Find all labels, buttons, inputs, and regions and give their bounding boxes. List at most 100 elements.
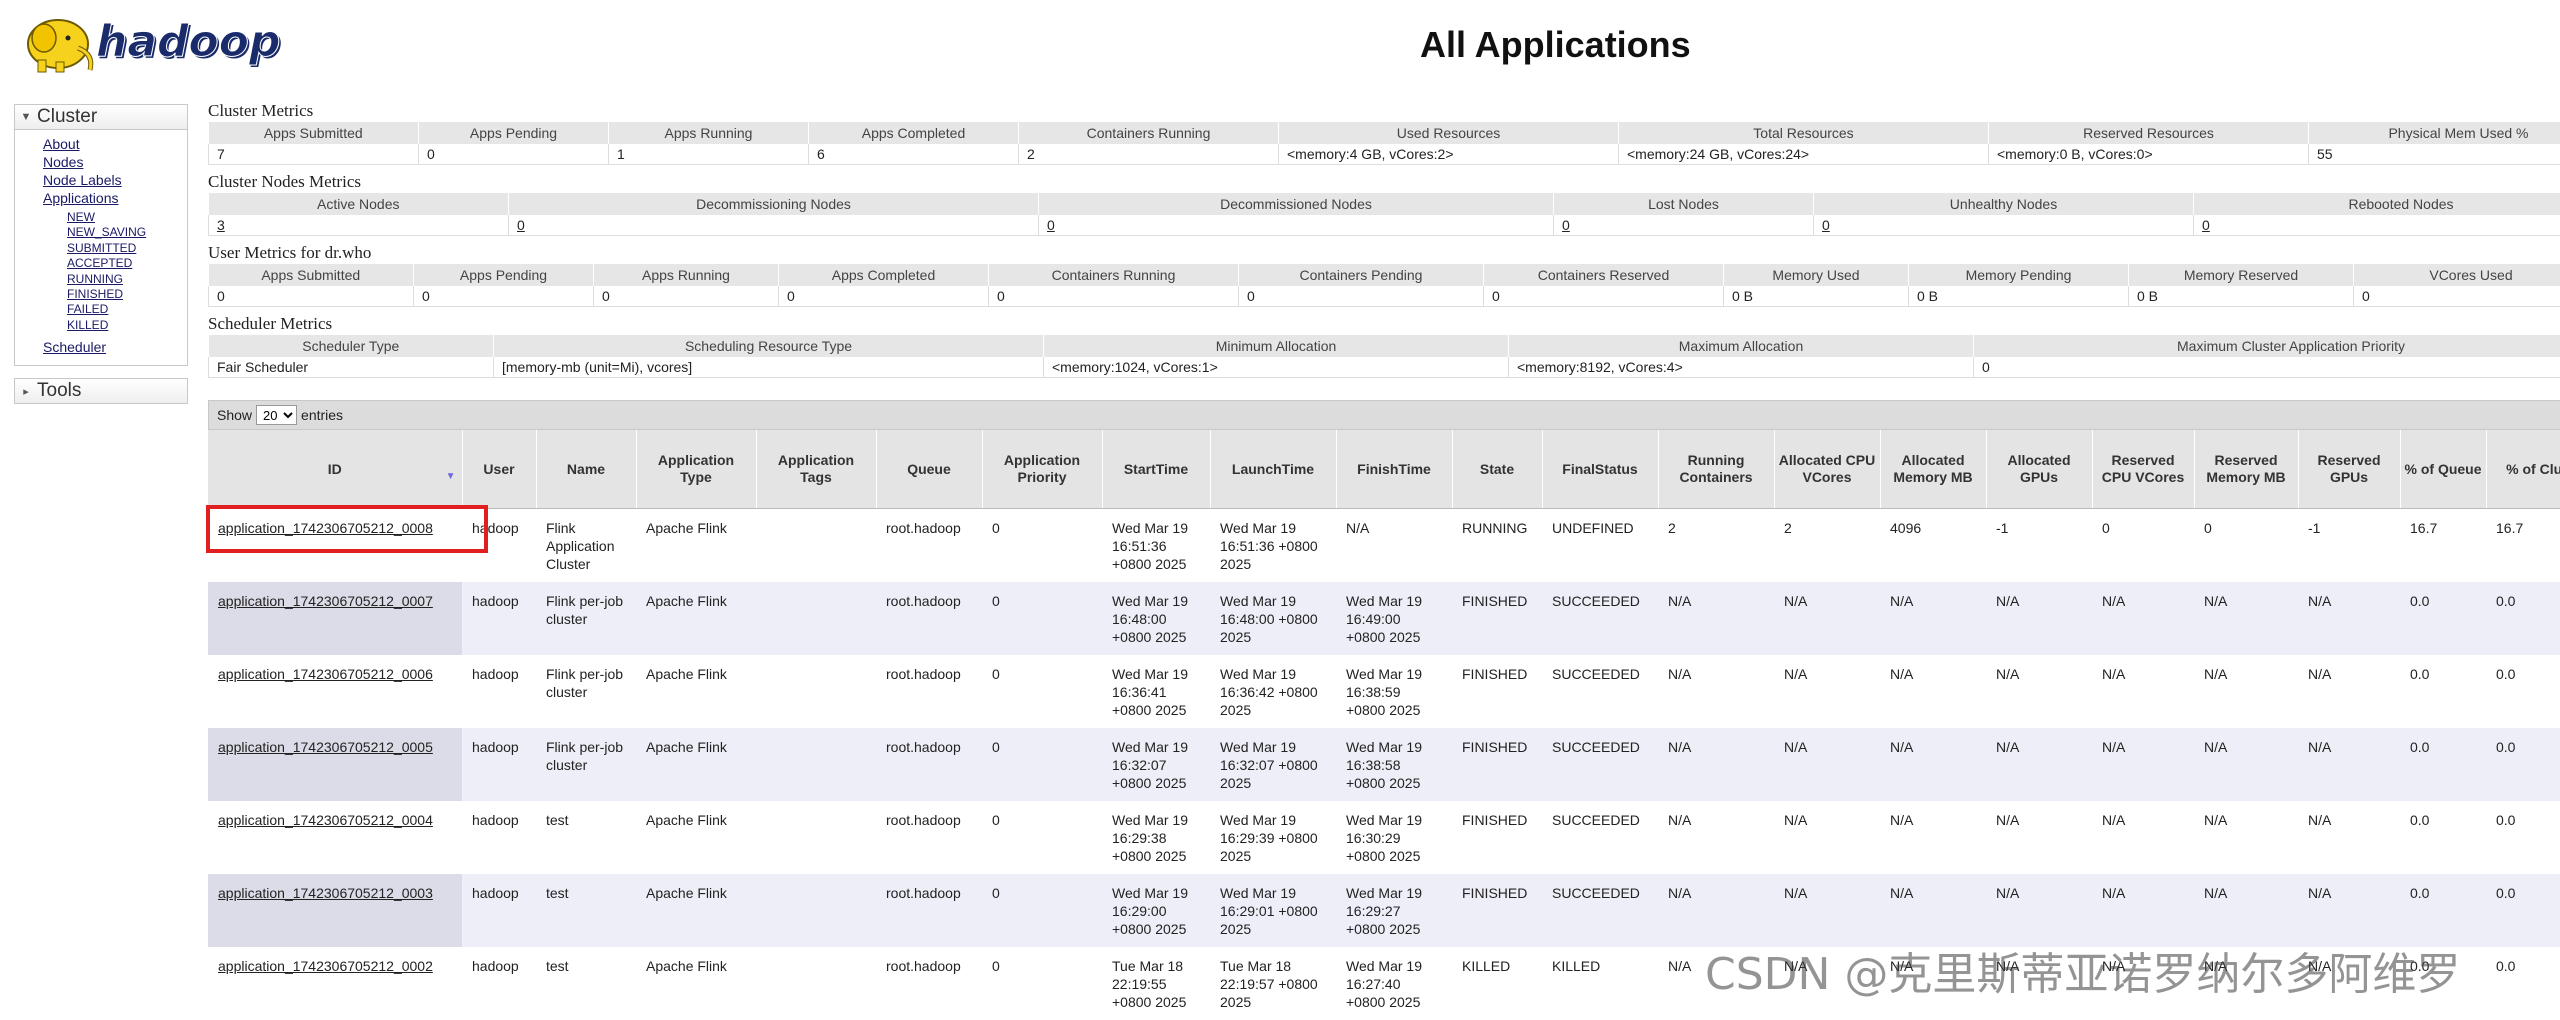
table-row: application_1742306705212_0007hadoopFlin…	[208, 582, 2560, 655]
user-metrics-header: Memory Pending	[1909, 264, 2129, 286]
table-cell: N/A	[2092, 728, 2194, 801]
node-metrics-value: 3	[209, 215, 509, 236]
table-cell: -1	[1986, 509, 2092, 583]
app-state-list: NEWNEW_SAVING SUBMITTEDACCEPTED RUNNINGFIN…	[43, 210, 187, 333]
column-header[interactable]: FinalStatus	[1542, 430, 1658, 509]
node-count-link[interactable]: 0	[1562, 217, 1570, 233]
nav-state-finished-link[interactable]: FINISHED	[67, 287, 123, 301]
nav-nodes-link[interactable]: Nodes	[43, 154, 83, 170]
nav-state-submitted-link[interactable]: SUBMITTED	[67, 241, 136, 255]
table-cell: N/A	[2194, 947, 2298, 1020]
show-label: Show	[217, 407, 252, 423]
table-cell: Apache Flink	[636, 655, 756, 728]
scheduler-metrics-value: [memory-mb (unit=Mi), vcores]	[494, 357, 1044, 378]
hadoop-logo[interactable]: hadoop	[16, 8, 316, 78]
table-cell: UNDEFINED	[1542, 509, 1658, 583]
user-metrics-header: Containers Reserved	[1484, 264, 1724, 286]
column-header[interactable]: State	[1452, 430, 1542, 509]
node-count-link[interactable]: 0	[517, 217, 525, 233]
column-header[interactable]: % of Queue	[2400, 430, 2486, 509]
node-metrics-value: 0	[1039, 215, 1554, 236]
column-header[interactable]: Queue	[876, 430, 982, 509]
column-header[interactable]: Application Type	[636, 430, 756, 509]
cluster-nav-header[interactable]: ▼ Cluster	[15, 105, 187, 130]
application-id-link[interactable]: application_1742306705212_0006	[218, 666, 433, 682]
column-header[interactable]: Allocated CPU VCores	[1774, 430, 1880, 509]
table-cell: hadoop	[462, 509, 536, 583]
table-cell: N/A	[2298, 728, 2400, 801]
user-metrics-header: Apps Pending	[414, 264, 594, 286]
column-header[interactable]: User	[462, 430, 536, 509]
column-header[interactable]: StartTime	[1102, 430, 1210, 509]
table-cell: Wed Mar 19 16:29:00 +0800 2025	[1102, 874, 1210, 947]
table-cell: Wed Mar 19 16:29:01 +0800 2025	[1210, 874, 1336, 947]
table-cell: KILLED	[1452, 947, 1542, 1020]
column-header[interactable]: Allocated Memory MB	[1880, 430, 1986, 509]
node-count-link[interactable]: 3	[217, 217, 225, 233]
application-id-link[interactable]: application_1742306705212_0004	[218, 812, 433, 828]
column-header[interactable]: Application Tags	[756, 430, 876, 509]
user-metrics-value: 0 B	[1724, 286, 1909, 307]
column-header[interactable]: Reserved GPUs	[2298, 430, 2400, 509]
user-metrics-value: 0	[594, 286, 779, 307]
node-count-link[interactable]: 0	[1822, 217, 1830, 233]
table-cell: Flink per-job cluster	[536, 582, 636, 655]
table-cell: test	[536, 947, 636, 1020]
scheduler-metrics-header: Scheduler Type	[209, 335, 494, 357]
column-header[interactable]: Name	[536, 430, 636, 509]
nav-state-new-link[interactable]: NEW	[67, 210, 95, 224]
nav-state-running-link[interactable]: RUNNING	[67, 272, 123, 286]
cluster-metrics-value: <memory:0 B, vCores:0>	[1989, 144, 2309, 165]
application-id-link[interactable]: application_1742306705212_0003	[218, 885, 433, 901]
column-header[interactable]: % of Cluster	[2486, 430, 2560, 509]
table-cell: 0	[982, 655, 1102, 728]
node-count-link[interactable]: 0	[1047, 217, 1055, 233]
nav-scheduler-link[interactable]: Scheduler	[43, 339, 106, 355]
nav-state-accepted-link[interactable]: ACCEPTED	[67, 256, 132, 270]
scheduler-metrics-header: Maximum Allocation	[1509, 335, 1974, 357]
table-cell: FINISHED	[1452, 728, 1542, 801]
cluster-metrics-value: 6	[809, 144, 1019, 165]
table-cell: root.hadoop	[876, 728, 982, 801]
table-cell: Wed Mar 19 16:32:07 +0800 2025	[1210, 728, 1336, 801]
node-count-link[interactable]: 0	[2202, 217, 2210, 233]
application-id-link[interactable]: application_1742306705212_0007	[218, 593, 433, 609]
table-cell: N/A	[1880, 655, 1986, 728]
table-cell: application_1742306705212_0003	[208, 874, 462, 947]
nav-about-link[interactable]: About	[43, 136, 80, 152]
nav-state-killed-link[interactable]: KILLED	[67, 318, 108, 332]
column-header[interactable]: Allocated GPUs	[1986, 430, 2092, 509]
table-cell: Wed Mar 19 16:48:00 +0800 2025	[1102, 582, 1210, 655]
cluster-metrics-value: 2	[1019, 144, 1279, 165]
table-cell: N/A	[1774, 874, 1880, 947]
entries-control: Show 20 entries	[208, 400, 2560, 430]
column-header[interactable]: LaunchTime	[1210, 430, 1336, 509]
nav-state-failed-link[interactable]: FAILED	[67, 302, 108, 316]
table-cell: 16.7	[2400, 509, 2486, 583]
table-cell: Flink Application Cluster	[536, 509, 636, 583]
nav-node-labels-link[interactable]: Node Labels	[43, 172, 122, 188]
scheduler-metrics-title: Scheduler Metrics	[208, 313, 2560, 335]
table-cell: 0	[982, 947, 1102, 1020]
application-id-link[interactable]: application_1742306705212_0008	[218, 520, 433, 536]
column-header[interactable]: FinishTime	[1336, 430, 1452, 509]
column-header[interactable]: Running Containers	[1658, 430, 1774, 509]
nav-state-new-saving-link[interactable]: NEW_SAVING	[67, 225, 146, 239]
table-cell: -1	[2298, 509, 2400, 583]
column-header[interactable]: Reserved Memory MB	[2194, 430, 2298, 509]
column-header[interactable]: Reserved CPU VCores	[2092, 430, 2194, 509]
table-cell: N/A	[2194, 728, 2298, 801]
table-cell: N/A	[1658, 655, 1774, 728]
application-id-link[interactable]: application_1742306705212_0005	[218, 739, 433, 755]
user-metrics-header: Apps Completed	[779, 264, 989, 286]
sort-desc-icon[interactable]: ▼	[446, 468, 456, 485]
tools-nav-header[interactable]: ▸ Tools	[15, 379, 187, 403]
table-cell: N/A	[2194, 801, 2298, 874]
column-header[interactable]: ID▼	[208, 430, 462, 509]
page-size-select[interactable]: 20	[256, 405, 297, 425]
nav-applications-link[interactable]: Applications	[43, 190, 119, 206]
column-header[interactable]: Application Priority	[982, 430, 1102, 509]
table-cell: Wed Mar 19 16:27:40 +0800 2025	[1336, 947, 1452, 1020]
table-cell: Wed Mar 19 16:49:00 +0800 2025	[1336, 582, 1452, 655]
application-id-link[interactable]: application_1742306705212_0002	[218, 958, 433, 974]
